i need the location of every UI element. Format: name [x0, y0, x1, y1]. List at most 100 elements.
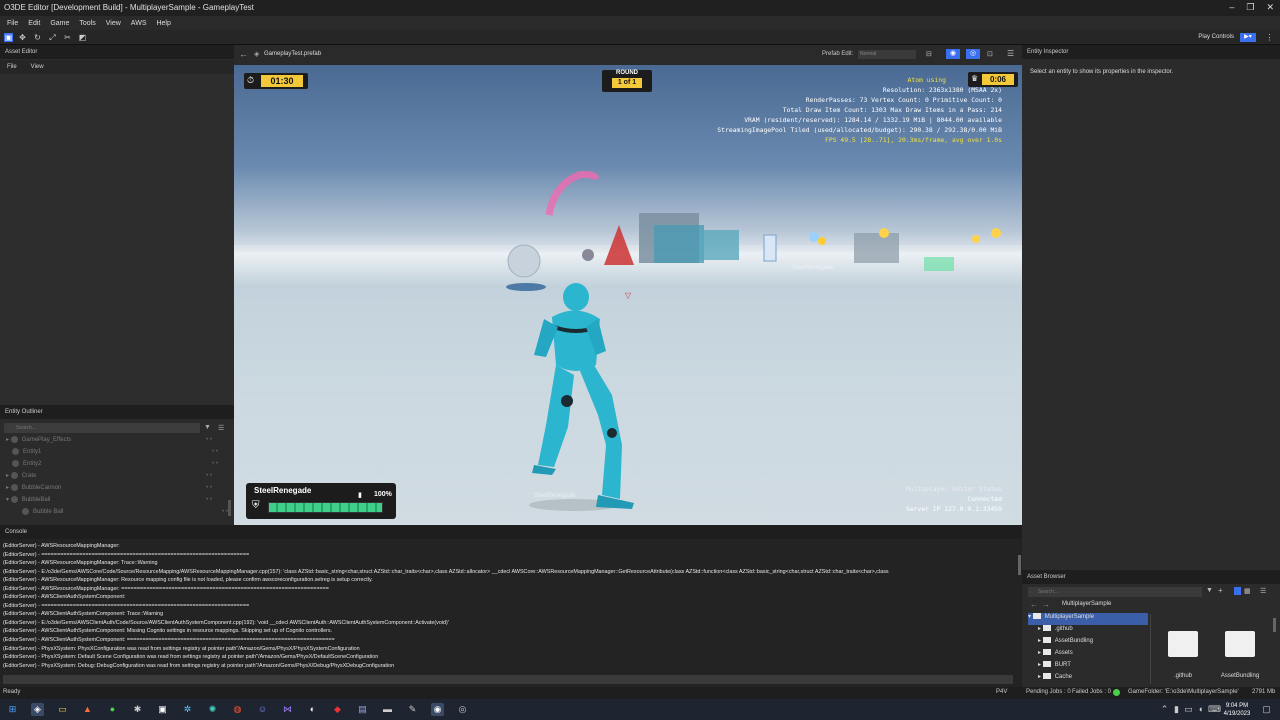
- expander-icon[interactable]: ▸: [1038, 674, 1041, 680]
- app-icon[interactable]: ▤: [356, 703, 369, 716]
- visibility-icon[interactable]: • •: [206, 485, 212, 491]
- outliner-row[interactable]: Entity1 • •: [12, 448, 232, 460]
- start-icon[interactable]: ⊞: [6, 703, 19, 716]
- outliner-menu-icon[interactable]: ☰: [218, 424, 224, 432]
- prefab-breadcrumb[interactable]: GameplayTest.prefab: [264, 51, 321, 57]
- asset-editor-menu-view[interactable]: View: [31, 64, 44, 70]
- filter-icon[interactable]: ▼: [1206, 587, 1213, 594]
- taskbar-clock[interactable]: 9:04 PM 4/19/2023: [1220, 702, 1254, 718]
- rotate-tool-icon[interactable]: ↻: [33, 33, 42, 42]
- expander-icon[interactable]: ▸: [6, 437, 9, 443]
- visual-studio-icon[interactable]: ⋈: [281, 703, 294, 716]
- outliner-row[interactable]: ▸ GamePlay_Effects • •: [6, 436, 226, 448]
- expander-icon[interactable]: ▸: [1038, 662, 1041, 668]
- outliner-row[interactable]: ▾ BubbleBall • •: [6, 496, 226, 508]
- select-tool-icon[interactable]: ▣: [4, 33, 13, 42]
- app-icon[interactable]: ▲: [81, 703, 94, 716]
- splitter[interactable]: [1150, 614, 1151, 684]
- tray-icon[interactable]: ▮: [1172, 703, 1181, 716]
- game-viewport[interactable]: ▽ SteelRenegade SteelRenegade ⏱ 01:30 RO…: [234, 65, 1022, 525]
- tree-item[interactable]: ▸ BURT: [1038, 661, 1158, 673]
- expander-icon[interactable]: ▸: [6, 473, 9, 479]
- forward-arrow-icon[interactable]: →: [1042, 600, 1050, 609]
- tree-item[interactable]: ▸ .github: [1038, 625, 1158, 637]
- visibility-icon[interactable]: • •: [212, 449, 218, 455]
- app-icon[interactable]: ◎: [456, 703, 469, 716]
- viewport-options-icon[interactable]: ⊟: [926, 50, 932, 58]
- outliner-row[interactable]: Bubble Ball • •: [22, 508, 242, 520]
- app-icon[interactable]: ◐: [306, 703, 319, 716]
- expander-icon[interactable]: ▸: [6, 485, 9, 491]
- menu-view[interactable]: View: [106, 20, 121, 27]
- folder-tile[interactable]: AssetBundling: [1215, 625, 1265, 679]
- grid-view-icon[interactable]: ▦: [1244, 587, 1251, 595]
- app-icon[interactable]: ▣: [156, 703, 169, 716]
- chrome-icon[interactable]: ◍: [231, 703, 244, 716]
- tree-item[interactable]: ▸ Cache: [1038, 673, 1158, 685]
- back-arrow-icon[interactable]: ←: [1030, 600, 1038, 609]
- snap-tool-icon[interactable]: ✂: [63, 33, 72, 42]
- tree-item[interactable]: ▸ AssetBundling: [1038, 637, 1158, 649]
- menu-aws[interactable]: AWS: [131, 20, 147, 27]
- outliner-scrollbar[interactable]: [228, 500, 231, 516]
- maximize-button[interactable]: ❐: [1246, 2, 1254, 13]
- close-button[interactable]: ✕: [1266, 2, 1274, 13]
- app-icon[interactable]: ✱: [131, 703, 144, 716]
- camera-icon[interactable]: ◉: [946, 49, 960, 59]
- debug-display-icon[interactable]: ◎: [966, 49, 980, 59]
- language-icon[interactable]: ⌨: [1208, 703, 1221, 716]
- outliner-search-input[interactable]: Search...: [4, 423, 200, 433]
- prefab-edit-select[interactable]: Normal: [858, 50, 916, 59]
- terrain-tool-icon[interactable]: ◩: [78, 33, 87, 42]
- visibility-icon[interactable]: • •: [206, 437, 212, 443]
- visibility-icon[interactable]: • •: [206, 497, 212, 503]
- discord-icon[interactable]: ☺: [256, 703, 269, 716]
- add-icon[interactable]: +: [1218, 586, 1223, 595]
- outliner-row[interactable]: ▸ BubbleCannon • •: [6, 484, 226, 496]
- asset-editor-menu-file[interactable]: File: [7, 64, 17, 70]
- menu-edit[interactable]: Edit: [28, 20, 40, 27]
- app-icon[interactable]: ●: [106, 703, 119, 716]
- console-input[interactable]: [3, 675, 1013, 684]
- visibility-icon[interactable]: • •: [206, 473, 212, 479]
- folder-tile[interactable]: .github: [1158, 625, 1208, 679]
- expander-icon[interactable]: ▾: [1028, 614, 1031, 620]
- o3de-editor-taskbar-icon[interactable]: ◈: [31, 703, 44, 716]
- expander-icon[interactable]: ▸: [1038, 626, 1041, 632]
- filter-icon[interactable]: ▼: [204, 424, 211, 431]
- visibility-icon[interactable]: • •: [212, 461, 218, 467]
- menu-game[interactable]: Game: [50, 20, 69, 27]
- menu-help[interactable]: Help: [156, 20, 170, 27]
- terminal-icon[interactable]: ▬: [381, 703, 394, 716]
- notifications-icon[interactable]: ▢: [1260, 703, 1273, 716]
- network-icon[interactable]: ▭: [1184, 703, 1193, 716]
- expander-icon[interactable]: ▾: [6, 497, 9, 503]
- console-scrollbar[interactable]: [1018, 555, 1021, 575]
- obs-icon[interactable]: ◉: [431, 703, 444, 716]
- app-icon[interactable]: ◆: [331, 703, 344, 716]
- play-game-button[interactable]: ▶▾: [1240, 33, 1256, 42]
- move-tool-icon[interactable]: ✥: [18, 33, 27, 42]
- volume-icon[interactable]: ◖: [1196, 703, 1205, 716]
- scale-tool-icon[interactable]: ⤢: [48, 33, 57, 42]
- viewport-menu-icon[interactable]: ☰: [1007, 49, 1014, 58]
- app-icon[interactable]: ✲: [181, 703, 194, 716]
- app-icon[interactable]: ✎: [406, 703, 419, 716]
- layout-icon[interactable]: ⊡: [987, 50, 993, 58]
- outliner-row[interactable]: ▸ Crate • •: [6, 472, 226, 484]
- expander-icon[interactable]: ▸: [1038, 650, 1041, 656]
- more-options-icon[interactable]: ⋮: [1265, 33, 1274, 42]
- asset-menu-icon[interactable]: ☰: [1260, 587, 1266, 595]
- file-explorer-icon[interactable]: ▭: [56, 703, 69, 716]
- expander-icon[interactable]: ▸: [1038, 638, 1041, 644]
- asset-search-input[interactable]: Search...: [1028, 587, 1202, 597]
- app-icon[interactable]: ✺: [206, 703, 219, 716]
- tree-item[interactable]: ▸ Assets: [1038, 649, 1158, 661]
- minimize-button[interactable]: –: [1229, 2, 1234, 13]
- tray-chevron-icon[interactable]: ⌃: [1160, 703, 1169, 716]
- asset-scrollbar[interactable]: [1273, 618, 1276, 632]
- menu-file[interactable]: File: [7, 20, 18, 27]
- tree-item[interactable]: ▾ MultiplayerSample: [1028, 613, 1148, 625]
- outliner-row[interactable]: Entity2 • •: [12, 460, 232, 472]
- list-view-icon[interactable]: [1234, 587, 1241, 595]
